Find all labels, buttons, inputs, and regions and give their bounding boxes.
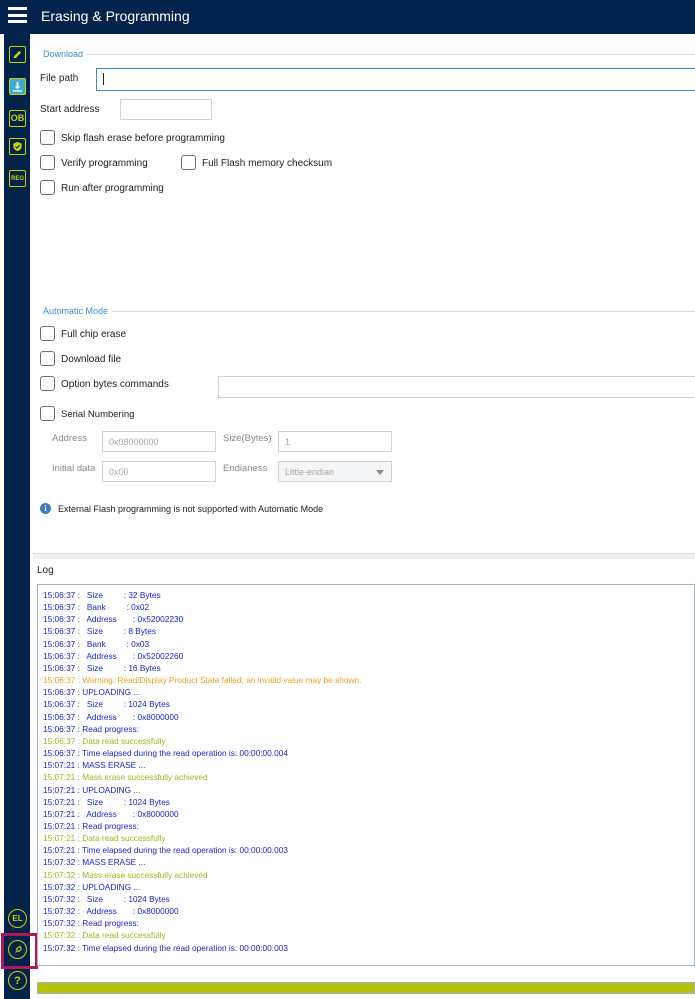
- file-path-input[interactable]: [96, 68, 695, 91]
- reg-icon[interactable]: REG: [9, 170, 26, 187]
- endianess-label: Endianess: [223, 463, 268, 474]
- log-line: 15:06:37 : Bank : 0x02: [43, 602, 150, 613]
- progress-bar: [37, 982, 695, 994]
- log-line: 15:07:21 : UPLOADING ...: [43, 784, 141, 795]
- menu-icon[interactable]: [8, 7, 27, 23]
- log-line: 15:07:32 : UPLOADING ...: [43, 881, 141, 892]
- log-line: 15:06:37 : Address : 0x52002230: [43, 614, 184, 625]
- log-line: 15:07:32 : Read progress:: [43, 918, 139, 929]
- start-address-label: Start address: [40, 104, 100, 115]
- log-line: 15:07:21 : MASS ERASE ...: [43, 760, 146, 771]
- log-line: 15:07:21 : Mass erase successfully achie…: [43, 772, 208, 783]
- el-icon[interactable]: EL: [8, 909, 27, 928]
- panel-splitter[interactable]: [33, 553, 695, 559]
- log-line: 15:06:37 : UPLOADING ...: [43, 687, 141, 698]
- address-label: Address: [52, 433, 87, 444]
- serial-numbering-checkbox[interactable]: [40, 406, 55, 421]
- chevron-down-icon: [376, 470, 384, 475]
- shield-icon[interactable]: [9, 138, 26, 155]
- info-icon: i: [40, 503, 51, 514]
- highlight-frame: [1, 933, 38, 969]
- sidebar: OB REG EL ?: [0, 34, 33, 999]
- download-group-title: Download: [43, 49, 88, 59]
- address-input[interactable]: 0x08000000: [102, 431, 216, 452]
- log-title: Log: [37, 565, 54, 576]
- size-label: Size(Bytes): [223, 433, 272, 444]
- skip-erase-checkbox[interactable]: [40, 130, 55, 145]
- endianess-select[interactable]: Little-endian: [278, 461, 392, 482]
- run-after-checkbox[interactable]: [40, 180, 55, 195]
- log-line: 15:07:32 : Size : 1024 Bytes: [43, 893, 170, 904]
- start-address-input[interactable]: [120, 99, 212, 120]
- log-line: 15:07:21 : Time elapsed during the read …: [43, 845, 288, 856]
- log-line: 15:07:21 : Data read successfully: [43, 833, 166, 844]
- full-checksum-checkbox[interactable]: [181, 155, 196, 170]
- log-line: 15:07:32 : MASS ERASE ...: [43, 857, 146, 868]
- skip-erase-label: Skip flash erase before programming: [61, 133, 225, 144]
- log-line: 15:06:37 : Size : 1024 Bytes: [43, 699, 170, 710]
- log-line: 15:07:32 : Mass erase successfully achie…: [43, 869, 208, 880]
- automatic-mode-note: External Flash programming is not suppor…: [58, 504, 324, 514]
- option-bytes-label: Option bytes commands: [61, 379, 169, 390]
- log-line: 15:07:21 : Address : 0x8000000: [43, 808, 179, 819]
- progress-fill: [38, 983, 694, 993]
- option-bytes-checkbox[interactable]: [40, 376, 55, 391]
- text-caret: [103, 73, 104, 85]
- full-chip-erase-label: Full chip erase: [61, 329, 127, 340]
- download-group-line: [86, 54, 695, 55]
- download-file-label: Download file: [61, 354, 122, 365]
- log-line: 15:07:21 : Size : 1024 Bytes: [43, 796, 170, 807]
- log-line: 15:06:37 : Read progress:: [43, 723, 139, 734]
- page-title: Erasing & Programming: [41, 8, 190, 24]
- automatic-group-line: [112, 311, 695, 312]
- initial-data-label: Initial data: [52, 463, 96, 474]
- log-line: 15:06:37 : Size : 32 Bytes: [43, 590, 161, 600]
- log-line: 15:06:37 : Address : 0x8000000: [43, 711, 179, 722]
- log-line: 15:06:37 : Warning: Read/Display Product…: [43, 675, 362, 686]
- log-line: 15:07:21 : Read progress:: [43, 820, 139, 831]
- log-line: 15:07:32 : Address : 0x8000000: [43, 906, 179, 917]
- log-line: 15:06:37 : Time elapsed during the read …: [43, 748, 288, 759]
- full-chip-erase-checkbox[interactable]: [40, 326, 55, 341]
- size-input[interactable]: 1: [278, 431, 392, 452]
- initial-data-input[interactable]: 0x00: [102, 461, 216, 482]
- log-panel[interactable]: 15:06:37 : Size : 32 Bytes 15:06:37 : Ban…: [37, 584, 695, 966]
- log-line: 15:06:37 : Data read successfully: [43, 735, 166, 746]
- log-line: 15:06:37 : Address : 0x52002260: [43, 650, 184, 661]
- log-line: 15:07:32 : Data read successfully: [43, 930, 166, 941]
- download-file-checkbox[interactable]: [40, 351, 55, 366]
- verify-programming-label: Verify programming: [61, 158, 148, 169]
- log-line: 15:06:37 : Bank : 0x03: [43, 638, 150, 649]
- download-icon[interactable]: [9, 78, 26, 95]
- log-line: 15:06:37 : Size : 16 Bytes: [43, 662, 161, 673]
- log-line: 15:07:32 : Time elapsed during the read …: [43, 942, 288, 953]
- file-path-label: File path: [40, 73, 79, 84]
- title-bar: Erasing & Programming: [0, 0, 695, 34]
- run-after-label: Run after programming: [61, 183, 164, 194]
- automatic-group-title: Automatic Mode: [43, 306, 113, 316]
- serial-numbering-label: Serial Numbering: [61, 409, 135, 420]
- log-line: 15:06:37 : Size : 8 Bytes: [43, 626, 156, 637]
- edit-icon[interactable]: [9, 46, 26, 63]
- option-bytes-input[interactable]: [218, 376, 695, 398]
- log-lines: 15:06:37 : Size : 32 Bytes 15:06:37 : Ban…: [43, 589, 361, 954]
- help-icon[interactable]: ?: [8, 971, 27, 990]
- ob-icon[interactable]: OB: [9, 110, 26, 127]
- verify-programming-checkbox[interactable]: [40, 155, 55, 170]
- full-checksum-label: Full Flash memory checksum: [202, 158, 333, 169]
